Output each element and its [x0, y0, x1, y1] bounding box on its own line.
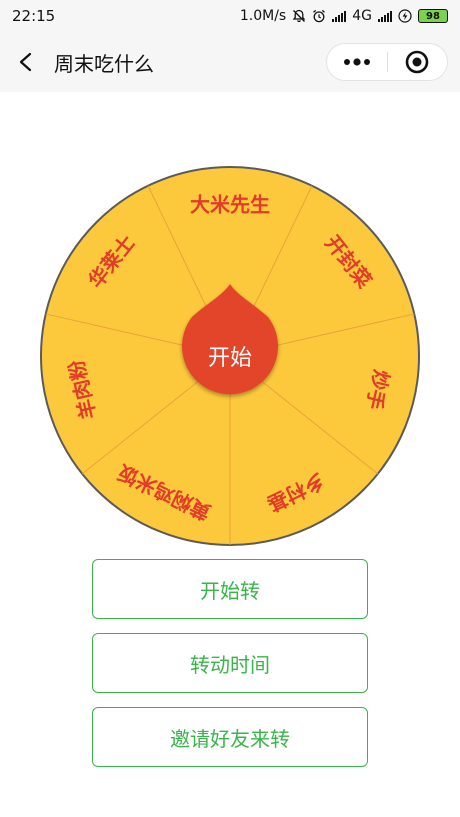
mute-bell-icon: [292, 9, 306, 23]
charging-icon: [398, 9, 412, 23]
signal-icon-2: [378, 10, 392, 22]
target-circle-icon: [405, 50, 429, 74]
network-speed: 1.0M/s: [239, 8, 287, 24]
status-bar: 22:15 1.0M/s 4G 98: [0, 0, 460, 32]
battery-icon: 98: [418, 9, 448, 23]
invite-friends-button[interactable]: 邀请好友来转: [92, 707, 368, 767]
status-time: 22:15: [12, 7, 56, 25]
back-arrow-icon[interactable]: [12, 48, 40, 76]
signal-icon: [332, 10, 347, 22]
lucky-wheel[interactable]: 大米先生 开封菜 炒手 乡村基 黄焖鸡米饭 羊肉粉 华莱士 开始: [38, 164, 422, 548]
wheel-segment-label: 大米先生: [190, 193, 270, 217]
start-spin-button[interactable]: 开始转: [92, 559, 368, 619]
wheel-start-label[interactable]: 开始: [180, 326, 280, 386]
nav-bar: 周末吃什么: [0, 32, 460, 92]
more-dots-icon: [343, 58, 370, 66]
network-type: 4G: [352, 8, 372, 24]
page-title: 周末吃什么: [54, 51, 154, 76]
close-program-button[interactable]: [387, 44, 447, 80]
status-indicators: 1.0M/s 4G 98: [240, 8, 448, 24]
mini-program-capsule: [326, 43, 448, 81]
more-menu-button[interactable]: [327, 44, 387, 80]
spin-time-button[interactable]: 转动时间: [92, 633, 368, 693]
alarm-icon: [313, 9, 326, 23]
